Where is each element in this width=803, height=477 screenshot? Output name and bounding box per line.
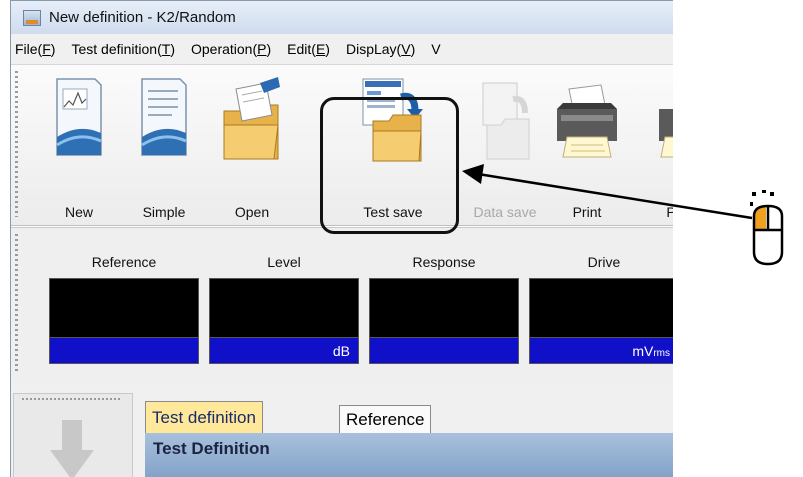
mouse-left-click-icon: [750, 190, 784, 266]
arrow-pointer: [462, 164, 753, 220]
